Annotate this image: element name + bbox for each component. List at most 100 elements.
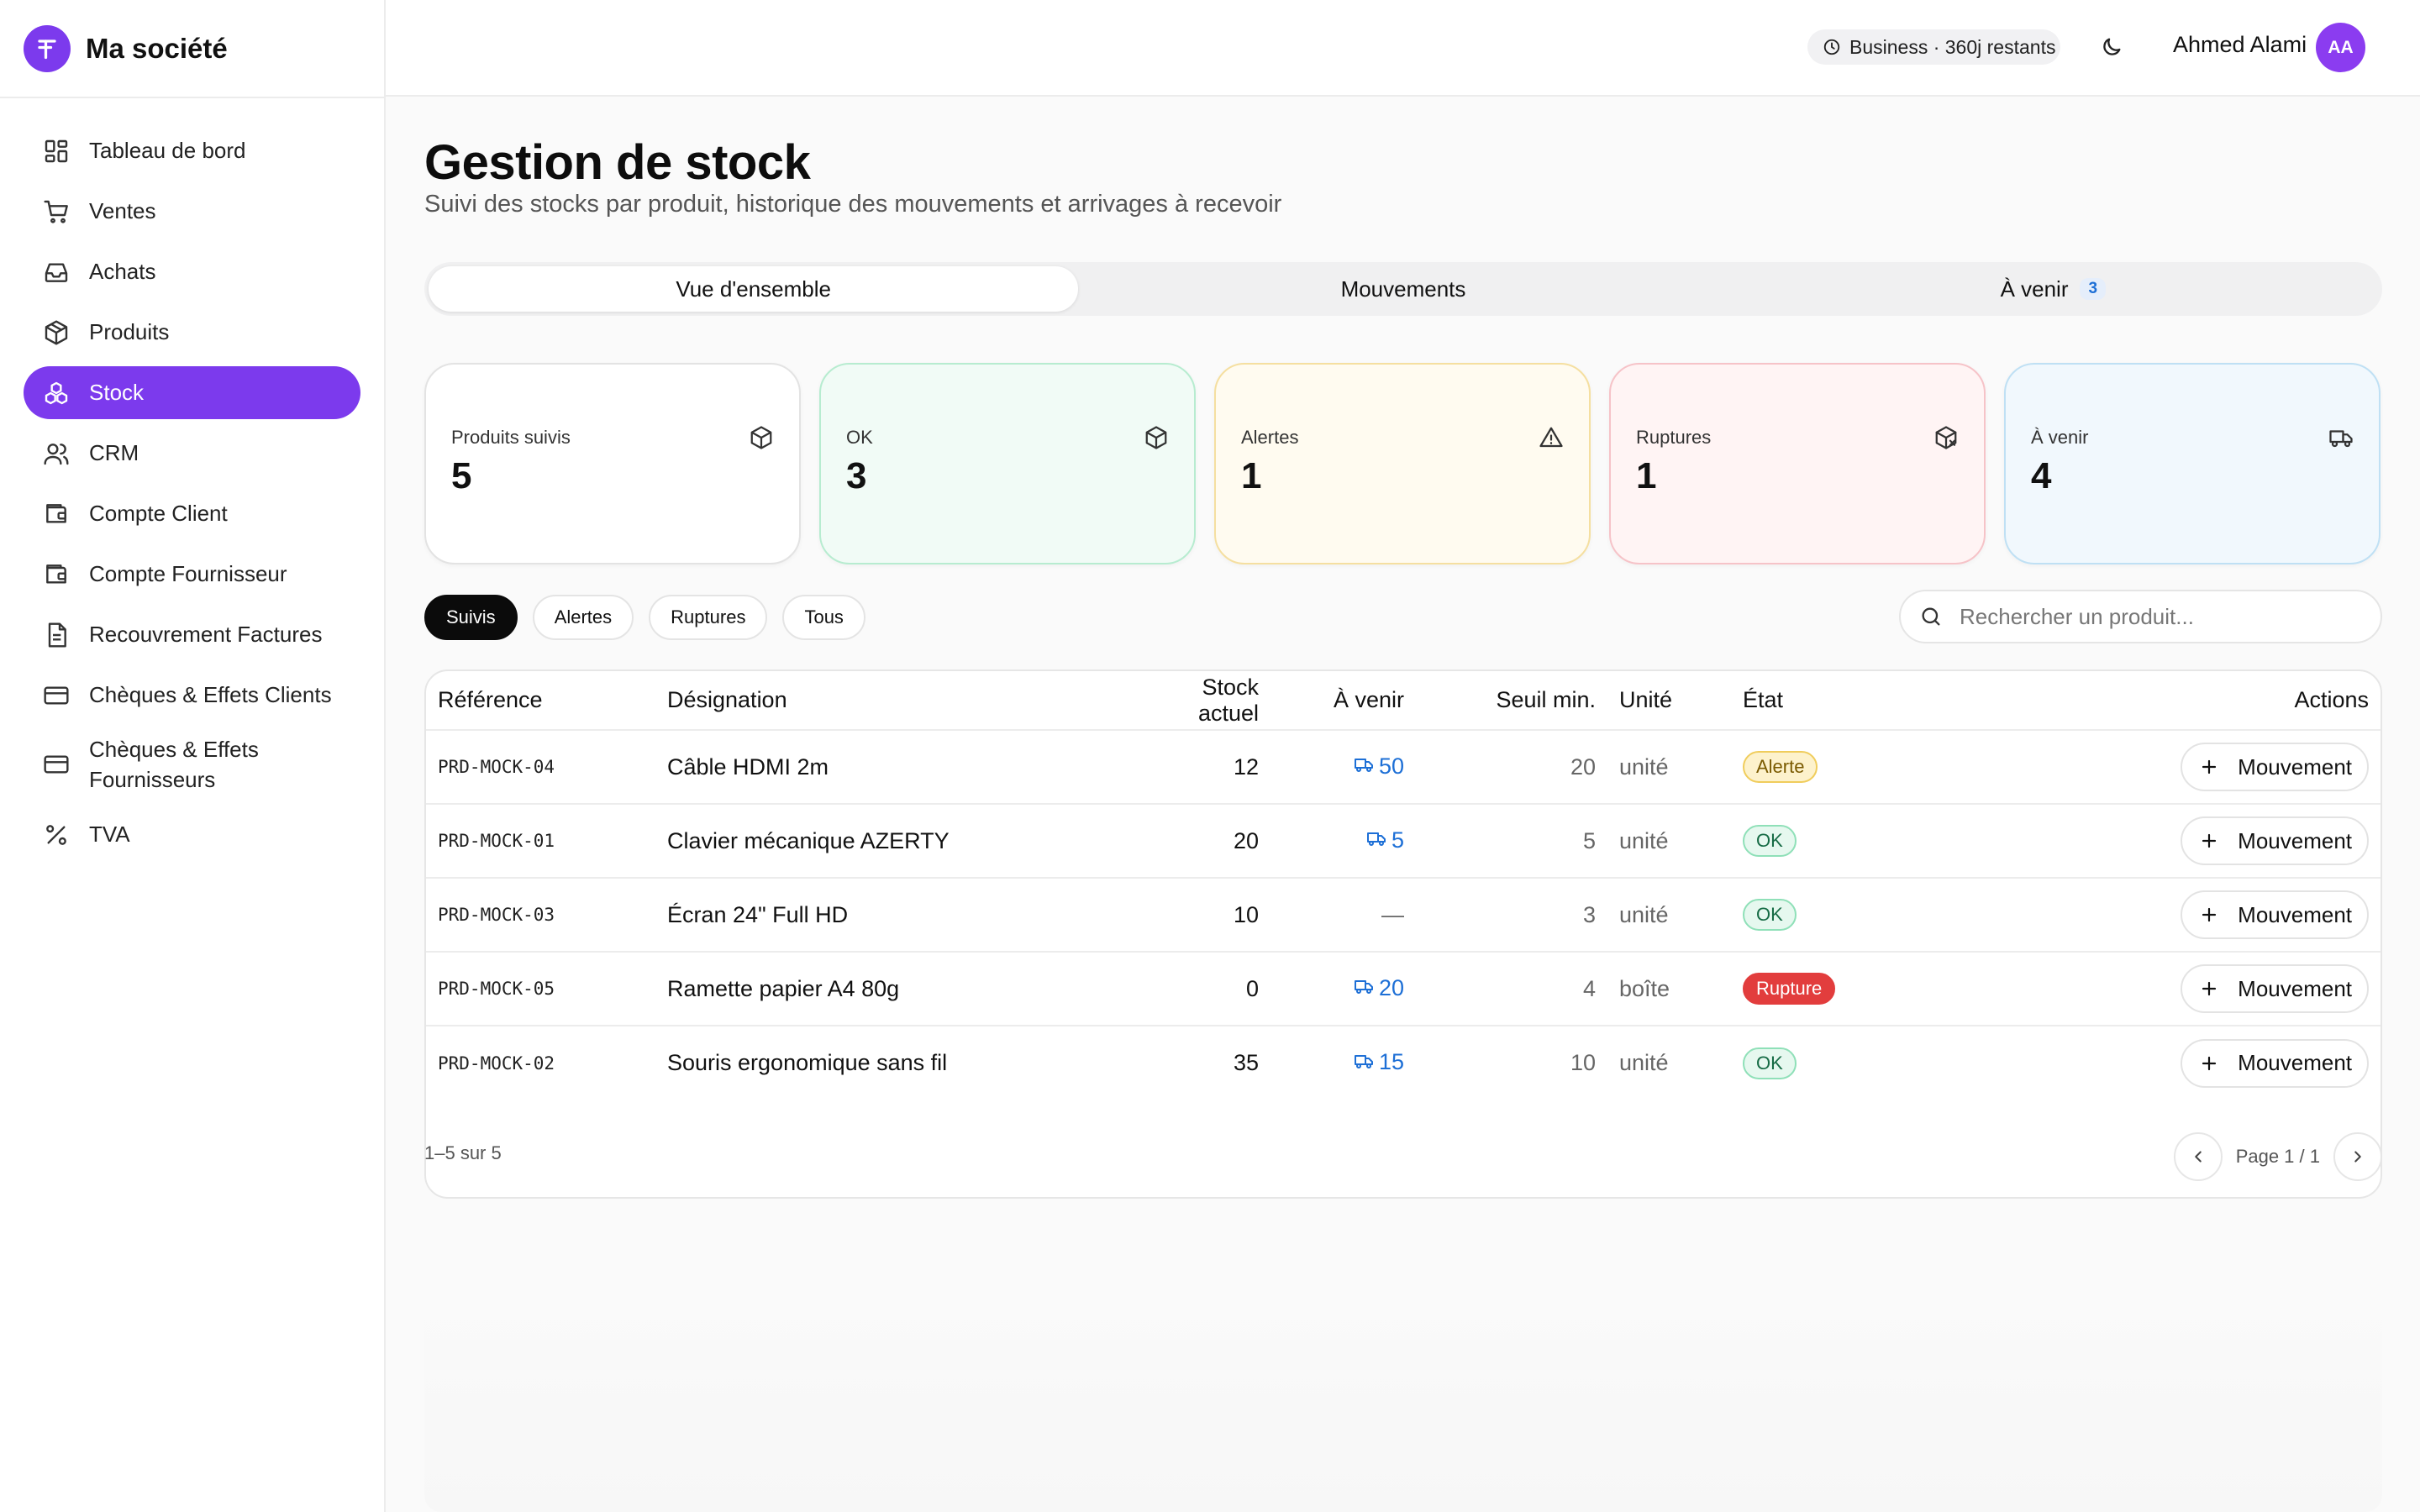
empty-panel <box>424 1281 2382 1512</box>
cell-stock: 0 <box>1160 952 1270 1026</box>
column-header-designation[interactable]: Désignation <box>655 671 1160 731</box>
filter-ruptures[interactable]: Ruptures <box>649 595 768 640</box>
brand[interactable]: Ma société <box>0 0 384 98</box>
cell-stock: 35 <box>1233 1050 1259 1075</box>
sidebar-item-tva[interactable]: TVA <box>24 808 360 861</box>
stat-card-upcoming: À venir 4 <box>2004 363 2381 564</box>
page-subtitle: Suivi des stocks par produit, historique… <box>424 191 1282 218</box>
sidebar-item-crm[interactable]: CRM <box>24 427 360 480</box>
cell-actions: Mouvement <box>2000 1026 2381 1100</box>
filter-chips: Suivis Alertes Ruptures Tous <box>424 595 865 640</box>
filter-tous[interactable]: Tous <box>782 595 865 640</box>
table-row[interactable]: PRD-MOCK-03 Écran 24" Full HD 10 — 3 uni… <box>426 878 2381 953</box>
sidebar-item-compte-client[interactable]: Compte Client <box>24 487 360 540</box>
cell-unit: unité <box>1607 804 1731 879</box>
stat-card-value: 5 <box>451 455 472 496</box>
truck-icon <box>1366 828 1386 854</box>
sidebar-item-stock[interactable]: Stock <box>24 366 360 419</box>
warning-triangle-icon <box>1539 425 1564 450</box>
cell-status: OK <box>1731 804 2000 879</box>
cell-stock: 10 <box>1160 878 1270 953</box>
user-name[interactable]: Ahmed Alami <box>2173 32 2307 58</box>
cell-unit: unité <box>1619 1050 1669 1075</box>
filter-suivis[interactable]: Suivis <box>424 595 518 640</box>
boxes-icon <box>42 379 71 407</box>
cell-designation: Écran 24" Full HD <box>655 878 1160 953</box>
tab-upcoming[interactable]: À venir 3 <box>1728 266 2378 312</box>
movement-button[interactable]: Mouvement <box>2181 964 2369 1013</box>
sidebar-item-label: Compte Fournisseur <box>89 561 287 586</box>
incoming-value: 5 <box>1391 827 1404 853</box>
movement-button[interactable]: Mouvement <box>2181 890 2369 939</box>
column-header-reference[interactable]: Référence <box>426 671 655 731</box>
movement-button[interactable]: Mouvement <box>2181 743 2369 791</box>
document-icon <box>42 621 71 649</box>
users-icon <box>42 439 71 468</box>
sidebar-item-recouvrement[interactable]: Recouvrement Factures <box>24 608 360 661</box>
column-header-status[interactable]: État <box>1731 671 2000 731</box>
truck-icon <box>1354 1051 1374 1077</box>
tab-label: À venir <box>2000 276 2069 302</box>
sidebar: Ma société Tableau de bord Ventes Achats… <box>0 0 386 1512</box>
column-header-actions: Actions <box>2000 671 2381 731</box>
sidebar-item-ventes[interactable]: Ventes <box>24 185 360 238</box>
cell-min: 5 <box>1416 804 1607 879</box>
cell-designation: Câble HDMI 2m <box>655 730 1160 805</box>
cell-incoming: 50 <box>1270 730 1416 805</box>
movement-button-label: Mouvement <box>2238 975 2352 1001</box>
plus-icon <box>2199 757 2219 777</box>
sidebar-item-dashboard[interactable]: Tableau de bord <box>24 124 360 177</box>
tab-label: Vue d'ensemble <box>676 276 831 302</box>
table-row[interactable]: PRD-MOCK-01 Clavier mécanique AZERTY 20 … <box>426 804 2381 879</box>
sidebar-item-cheques-clients[interactable]: Chèques & Effets Clients <box>24 669 360 722</box>
avatar[interactable]: AA <box>2316 23 2365 72</box>
column-header-unit[interactable]: Unité <box>1607 671 1731 731</box>
table-row[interactable]: PRD-MOCK-05 Ramette papier A4 80g 0 20 4… <box>426 952 2381 1026</box>
column-header-stock[interactable]: Stock actuel <box>1160 671 1270 731</box>
tab-overview[interactable]: Vue d'ensemble <box>429 266 1079 312</box>
movement-button-label: Mouvement <box>2238 753 2352 780</box>
movement-button[interactable]: Mouvement <box>2181 816 2369 865</box>
previous-page-button[interactable] <box>2173 1132 2223 1181</box>
incoming-value: 50 <box>1378 753 1404 779</box>
sidebar-item-achats[interactable]: Achats <box>24 245 360 298</box>
stock-table: Référence Désignation Stock actuel À ven… <box>424 669 2382 1199</box>
tab-movements[interactable]: Mouvements <box>1078 266 1728 312</box>
cell-stock: 20 <box>1160 804 1270 879</box>
cell-status: OK <box>1731 878 2000 953</box>
cell-actions: Mouvement <box>2000 730 2381 805</box>
sidebar-item-compte-fournisseur[interactable]: Compte Fournisseur <box>24 548 360 601</box>
sidebar-item-cheques-fournisseurs[interactable]: Chèques & Effets Fournisseurs <box>24 729 360 800</box>
cell-reference: PRD-MOCK-03 <box>426 878 655 953</box>
sidebar-item-label: Ventes <box>89 198 156 223</box>
wallet-icon <box>42 500 71 528</box>
movement-button-label: Mouvement <box>2238 827 2352 853</box>
wallet-icon <box>42 560 71 589</box>
theme-toggle-button[interactable] <box>2095 30 2128 64</box>
truck-icon <box>2328 425 2354 450</box>
credit-card-icon <box>42 681 71 710</box>
movement-button[interactable]: Mouvement <box>2181 1038 2369 1088</box>
movement-button-label: Mouvement <box>2238 901 2352 927</box>
sidebar-item-produits[interactable]: Produits <box>24 306 360 359</box>
column-header-incoming[interactable]: À venir <box>1270 671 1416 731</box>
status-badge: OK <box>1743 825 1797 857</box>
table-row[interactable]: PRD-MOCK-04 Câble HDMI 2m 12 50 20 unité… <box>426 730 2381 805</box>
plan-badge[interactable]: Business · 360j restants <box>1807 29 2060 65</box>
stat-card-label: Produits suivis <box>451 427 571 448</box>
search-input[interactable] <box>1960 603 2346 630</box>
stat-card-value: 1 <box>1241 455 1262 496</box>
cell-stock: 12 <box>1160 730 1270 805</box>
table-row[interactable]: PRD-MOCK-02 Souris ergonomique sans fil … <box>426 1026 2381 1100</box>
stat-card-value: 3 <box>846 455 867 496</box>
next-page-button[interactable] <box>2333 1132 2382 1181</box>
sidebar-item-label: Chèques & Effets Clients <box>89 682 332 707</box>
column-header-min[interactable]: Seuil min. <box>1416 671 1607 731</box>
cell-incoming: — <box>1270 878 1416 953</box>
filter-alertes[interactable]: Alertes <box>532 595 634 640</box>
plus-icon <box>2199 1053 2219 1074</box>
plan-text: Business · 360j restants <box>1849 35 2056 58</box>
brand-logo-icon <box>24 24 71 72</box>
status-badge: OK <box>1743 1047 1797 1079</box>
plus-icon <box>2199 905 2219 925</box>
